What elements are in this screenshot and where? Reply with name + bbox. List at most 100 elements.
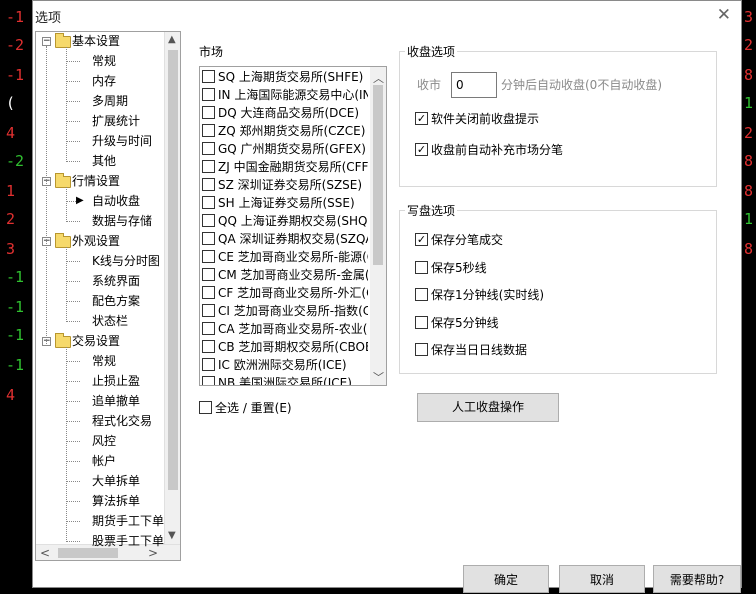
write-option-checkbox[interactable]: 保存5分钟线 xyxy=(415,314,499,332)
checkbox-box[interactable] xyxy=(415,260,428,274)
checkbox-box[interactable] xyxy=(202,214,215,227)
help-button[interactable]: 需要帮助? xyxy=(653,565,741,593)
tree-item-6[interactable]: 其他 xyxy=(92,151,116,171)
close-prompt-checkbox[interactable]: ✓ 软件关闭前收盘提示 xyxy=(415,110,539,128)
checkbox-box[interactable] xyxy=(202,178,215,191)
checkbox-box[interactable] xyxy=(415,315,428,329)
checkbox-box[interactable] xyxy=(202,268,215,281)
market-item[interactable]: NB 美国洲际交易所(ICE) xyxy=(202,374,368,385)
market-item[interactable]: CA 芝加哥商业交易所-农业(CME) xyxy=(202,320,368,338)
checkbox-box[interactable] xyxy=(202,142,215,155)
tree-item-21[interactable]: 帐户 xyxy=(92,451,116,471)
tree-category-10[interactable]: 外观设置 xyxy=(72,231,120,251)
tree-item-5[interactable]: 升级与时间 xyxy=(92,131,152,151)
checkbox-box[interactable]: ✓ xyxy=(415,143,428,156)
tree-item-25[interactable]: 股票手工下单 xyxy=(92,531,164,551)
checkbox-box[interactable] xyxy=(202,88,215,101)
tree-category-0[interactable]: 基本设置 xyxy=(72,32,120,51)
checkbox-box[interactable] xyxy=(202,250,215,263)
market-item[interactable]: CE 芝加哥商业交易所-能源(CME) xyxy=(202,248,368,266)
scroll-up-icon[interactable]: ▲ xyxy=(168,34,176,45)
market-item[interactable]: CF 芝加哥商业交易所-外汇(CME) xyxy=(202,284,368,302)
tree-item-1[interactable]: 常规 xyxy=(92,51,116,71)
tree-item-4[interactable]: 扩展统计 xyxy=(92,111,140,131)
checkbox-box[interactable] xyxy=(202,358,215,371)
tree-item-24[interactable]: 期货手工下单 xyxy=(92,511,164,531)
write-option-checkbox[interactable]: 保存1分钟线(实时线) xyxy=(415,286,544,304)
close-icon[interactable]: ✕ xyxy=(717,5,731,25)
tree-item-18[interactable]: 追单撤单 xyxy=(92,391,140,411)
tree-item-17[interactable]: 止损止盈 xyxy=(92,371,140,391)
collapse-icon[interactable]: − xyxy=(42,37,51,46)
tree-item-16[interactable]: 常规 xyxy=(92,351,116,371)
market-item[interactable]: SQ 上海期货交易所(SHFE) xyxy=(202,68,368,86)
checkbox-box[interactable] xyxy=(202,196,215,209)
cancel-button[interactable]: 取消 xyxy=(559,565,645,593)
market-item[interactable]: QA 深圳证券期权交易(SZQA) xyxy=(202,230,368,248)
write-option-checkbox[interactable]: 保存当日日线数据 xyxy=(415,341,527,359)
background-price-number: 1 xyxy=(744,210,754,228)
market-vertical-scrollbar[interactable]: ︿ ﹀ xyxy=(370,67,386,385)
folder-icon xyxy=(55,333,71,348)
write-option-checkbox[interactable]: ✓ 保存分笔成交 xyxy=(415,231,503,249)
market-item[interactable]: QQ 上海证券期权交易(SHQO) xyxy=(202,212,368,230)
tree-category-15[interactable]: 交易设置 xyxy=(72,331,120,351)
tree-item-23[interactable]: 算法拆单 xyxy=(92,491,140,511)
write-option-checkbox[interactable]: 保存5秒线 xyxy=(415,259,487,277)
tree-item-12[interactable]: 系统界面 xyxy=(92,271,140,291)
market-item[interactable]: SZ 深圳证券交易所(SZSE) xyxy=(202,176,368,194)
tree-item-2[interactable]: 内存 xyxy=(92,71,116,91)
checkbox-box[interactable]: ✓ xyxy=(415,112,428,125)
market-item[interactable]: CI 芝加哥商业交易所-指数(CME) xyxy=(202,302,368,320)
manual-close-button[interactable]: 人工收盘操作 xyxy=(417,393,559,422)
checkbox-box[interactable] xyxy=(202,376,215,385)
write-option-label: 保存分笔成交 xyxy=(431,233,504,247)
tree-vertical-scrollbar[interactable]: ▲ ▼ xyxy=(164,32,180,544)
checkbox-box[interactable] xyxy=(202,124,215,137)
checkbox-box[interactable] xyxy=(202,340,215,353)
market-item[interactable]: ZQ 郑州期货交易所(CZCE) xyxy=(202,122,368,140)
checkbox-box[interactable]: ✓ xyxy=(415,233,428,246)
checkbox-box[interactable] xyxy=(415,343,428,356)
checkbox-box[interactable] xyxy=(415,288,428,301)
checkbox-box[interactable] xyxy=(202,304,215,317)
market-item[interactable]: IC 欧洲洲际交易所(ICE) xyxy=(202,356,368,374)
market-item[interactable]: CM 芝加哥商业交易所-金属(CME) xyxy=(202,266,368,284)
checkbox-box[interactable] xyxy=(202,106,215,119)
market-item[interactable]: CB 芝加哥期权交易所(CBOE) xyxy=(202,338,368,356)
market-item[interactable]: SH 上海证券交易所(SSE) xyxy=(202,194,368,212)
tree-item-22[interactable]: 大单拆单 xyxy=(92,471,140,491)
scroll-down-icon[interactable]: ▼ xyxy=(168,530,176,541)
select-all-checkbox[interactable]: 全选 / 重置(E) xyxy=(199,399,292,417)
checkbox-box[interactable] xyxy=(202,286,215,299)
scroll-down-icon[interactable]: ﹀ xyxy=(373,369,384,385)
checkbox-box[interactable] xyxy=(202,322,215,335)
tree-item-20[interactable]: 风控 xyxy=(92,431,116,451)
tree-item-3[interactable]: 多周期 xyxy=(92,91,128,111)
market-item[interactable]: IN 上海国际能源交易中心(INE) xyxy=(202,86,368,104)
auto-supplement-checkbox[interactable]: ✓ 收盘前自动补充市场分笔 xyxy=(415,141,563,159)
market-vertical-thumb[interactable] xyxy=(373,85,383,265)
ok-button[interactable]: 确定 xyxy=(463,565,549,593)
scroll-left-icon[interactable]: < xyxy=(40,546,50,560)
checkbox-box[interactable] xyxy=(202,232,215,245)
checkbox-box[interactable] xyxy=(202,160,215,173)
tree-connector xyxy=(66,187,67,222)
tree-item-19[interactable]: 程式化交易 xyxy=(92,411,152,431)
scroll-up-icon[interactable]: ︿ xyxy=(373,70,384,86)
tree-category-7[interactable]: 行情设置 xyxy=(72,171,120,191)
market-item[interactable]: GQ 广州期货交易所(GFEX) xyxy=(202,140,368,158)
checkbox-box[interactable] xyxy=(202,70,215,83)
tree-item-14[interactable]: 状态栏 xyxy=(92,311,128,331)
tree-item-9[interactable]: 数据与存储 xyxy=(92,211,152,231)
checkbox-box[interactable] xyxy=(199,401,212,414)
market-item[interactable]: DQ 大连商品交易所(DCE) xyxy=(202,104,368,122)
tree-item-11[interactable]: K线与分时图 xyxy=(92,251,160,271)
close-market-label: 收市 xyxy=(417,78,442,92)
close-minutes-input[interactable]: 0 xyxy=(451,72,497,98)
tree-vertical-thumb[interactable] xyxy=(168,50,178,490)
tree-item-8[interactable]: 自动收盘 xyxy=(92,191,140,211)
tree-item-13[interactable]: 配色方案 xyxy=(92,291,140,311)
tree-connector xyxy=(66,501,80,502)
market-item[interactable]: ZJ 中国金融期货交易所(CFFEX) xyxy=(202,158,368,176)
